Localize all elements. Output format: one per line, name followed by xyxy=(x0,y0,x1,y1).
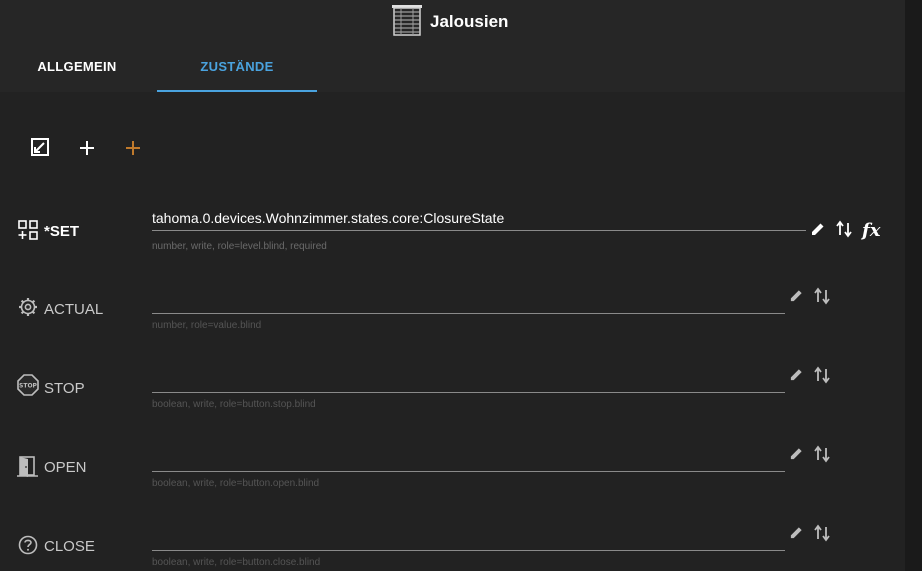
swap-button[interactable] xyxy=(812,445,832,468)
state-row-set: *SET tahoma.0.devices.Wohnzimmer.states.… xyxy=(0,205,905,275)
swap-vertical-icon xyxy=(814,445,830,468)
edit-button[interactable] xyxy=(786,446,806,466)
state-help-text: number, role=value.blind xyxy=(152,320,262,331)
stop-sign-icon: STOP xyxy=(17,374,39,396)
state-row-close: CLOSE boolean, write, role=button.close.… xyxy=(0,521,905,571)
resize-button[interactable] xyxy=(26,136,54,164)
swap-button[interactable] xyxy=(812,524,832,547)
swap-vertical-icon xyxy=(814,287,830,310)
formula-button[interactable]: fx xyxy=(862,220,886,242)
state-id-field[interactable] xyxy=(152,370,785,393)
edit-button[interactable] xyxy=(786,288,806,308)
stop-sign-text: STOP xyxy=(19,383,38,390)
state-id-field[interactable] xyxy=(152,528,785,551)
state-row-stop: STOP STOP boolean, write, role=button.st… xyxy=(0,363,905,433)
pencil-icon xyxy=(789,367,804,387)
tab-bar: ALLGEMEIN ZUSTÄNDE xyxy=(0,50,905,92)
scrollbar[interactable] xyxy=(905,0,922,571)
add-icon xyxy=(78,136,96,164)
pencil-icon xyxy=(789,288,804,308)
state-row-open: OPEN boolean, write, role=button.open.bl… xyxy=(0,442,905,512)
state-id-field[interactable] xyxy=(152,449,785,472)
swap-button[interactable] xyxy=(834,220,854,243)
pencil-icon xyxy=(810,221,826,242)
state-help-text: number, write, role=level.blind, require… xyxy=(152,241,327,252)
edit-button[interactable] xyxy=(786,525,806,545)
dialog-title: Jalousien xyxy=(390,4,509,38)
state-id-field[interactable] xyxy=(152,291,785,314)
resize-icon xyxy=(30,136,50,164)
state-name: OPEN xyxy=(44,459,87,476)
tab-states[interactable]: ZUSTÄNDE xyxy=(157,50,317,92)
state-help-text: boolean, write, role=button.stop.blind xyxy=(152,399,316,410)
window-blind-icon xyxy=(390,3,424,42)
add-state-button[interactable] xyxy=(73,136,101,164)
state-name: *SET xyxy=(44,223,80,240)
app-header: Jalousien ALLGEMEIN ZUSTÄNDE xyxy=(0,0,922,92)
swap-vertical-icon xyxy=(814,366,830,389)
state-id-field[interactable]: tahoma.0.devices.Wohnzimmer.states.core:… xyxy=(152,208,806,231)
door-open-icon xyxy=(17,455,39,477)
dialog-title-text: Jalousien xyxy=(430,12,509,31)
gear-icon xyxy=(17,296,39,318)
state-name: ACTUAL xyxy=(44,301,104,318)
pencil-icon xyxy=(789,446,804,466)
grid-plus-icon xyxy=(17,219,39,241)
swap-vertical-icon xyxy=(814,524,830,547)
pencil-icon xyxy=(789,525,804,545)
tab-general[interactable]: ALLGEMEIN xyxy=(0,50,154,90)
add-custom-state-button[interactable] xyxy=(119,136,147,164)
state-name: CLOSE xyxy=(44,538,95,555)
swap-vertical-icon xyxy=(836,220,852,243)
swap-button[interactable] xyxy=(812,287,832,310)
help-circle-icon xyxy=(17,534,39,556)
state-row-actual: ACTUAL number, role=value.blind xyxy=(0,284,905,354)
swap-button[interactable] xyxy=(812,366,832,389)
state-help-text: boolean, write, role=button.open.blind xyxy=(152,478,320,489)
edit-button[interactable] xyxy=(786,367,806,387)
add-custom-icon xyxy=(124,136,142,164)
edit-button[interactable] xyxy=(808,221,828,241)
state-help-text: boolean, write, role=button.close.blind xyxy=(152,557,321,568)
state-name: STOP xyxy=(44,380,85,397)
